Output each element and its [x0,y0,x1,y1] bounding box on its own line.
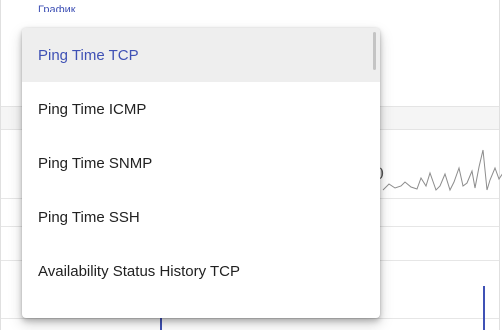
ping-series-line [382,149,502,192]
option-ping-time-snmp[interactable]: Ping Time SNMP [22,136,380,190]
chart-select-label: График [38,4,76,12]
dropdown-scrollbar[interactable] [373,32,376,70]
option-availability-status-history-tcp[interactable]: Availability Status History TCP [22,244,380,298]
option-ping-time-icmp[interactable]: Ping Time ICMP [22,82,380,136]
chart-select-dropdown[interactable]: Ping Time TCP Ping Time ICMP Ping Time S… [22,28,380,318]
option-ping-time-tcp[interactable]: Ping Time TCP [22,28,380,82]
dropdown-options-list: Ping Time TCP Ping Time ICMP Ping Time S… [22,28,380,298]
option-ping-time-ssh[interactable]: Ping Time SSH [22,190,380,244]
